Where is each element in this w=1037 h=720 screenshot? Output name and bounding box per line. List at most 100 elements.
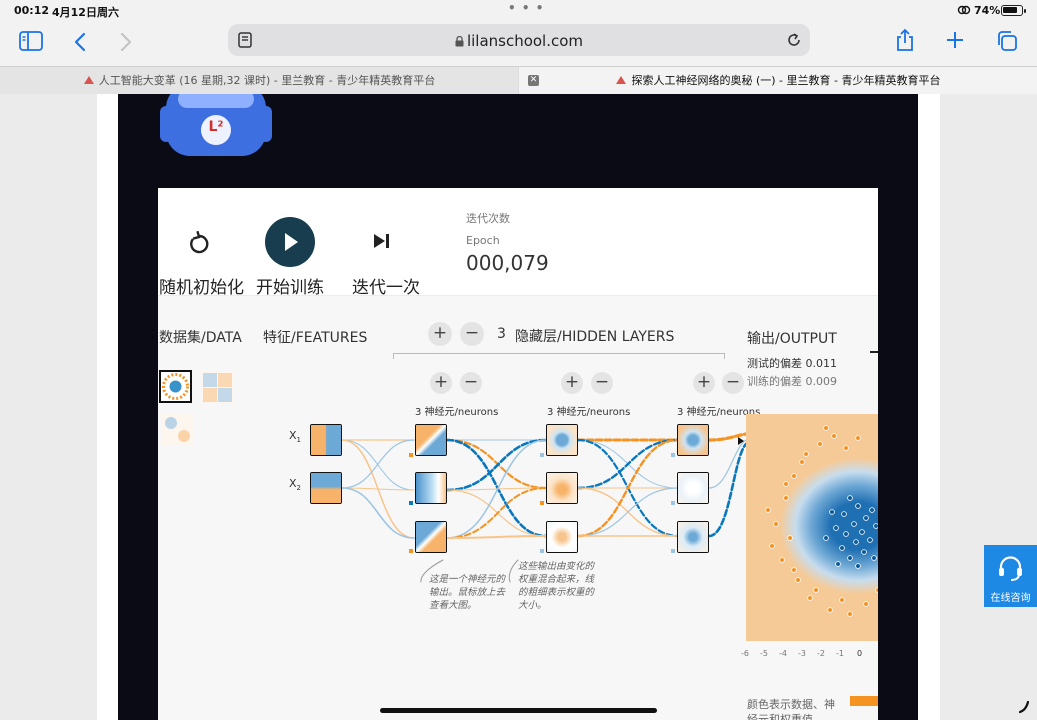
weight-line (341, 487, 415, 539)
reload-icon[interactable] (786, 32, 802, 48)
url-label: lilanschool.com (466, 32, 584, 50)
axis-tick: -5 (760, 649, 768, 658)
layer2-neurons-label: 3 神经元/neurons (547, 407, 631, 418)
weight-line (445, 438, 548, 492)
nn-playground: 随机初始化 开始训练 迭代一次 迭代次数 Epoch 000,079 数据集/D… (158, 188, 878, 720)
logo-text: L² (208, 119, 224, 135)
feature-node-x1[interactable] (310, 424, 342, 456)
output-arrow-icon (738, 437, 744, 445)
battery-percent: 74% (974, 4, 1001, 17)
browser-toolbar: lilanschool.com (0, 20, 1037, 66)
axis-tick: -2 (817, 649, 825, 658)
axis-tick: -3 (798, 649, 806, 658)
site-favicon-icon (83, 76, 94, 84)
annotation-line: 的粗细表示权重的 (518, 587, 595, 598)
legend-line1: 颜色表示数据、神 (747, 698, 835, 711)
share-icon[interactable] (895, 28, 915, 52)
weight-line (707, 442, 748, 538)
neuron-l2-3[interactable] (546, 521, 578, 553)
layer3-remove-neuron-button[interactable]: − (722, 372, 744, 394)
url-text: lilanschool.com (228, 32, 810, 50)
output-points (765, 425, 878, 617)
annotation-line: 这是一个神经元的 (429, 574, 506, 585)
annotation-line: 大小。 (518, 600, 547, 611)
new-tab-icon[interactable] (946, 31, 964, 49)
annotation-line: 权重混合起来，线 (518, 574, 595, 585)
bias-indicator (671, 453, 675, 457)
bias-indicator (540, 453, 544, 457)
weight-line (446, 487, 547, 539)
annotation-line: 输出。鼠标放上去 (429, 587, 506, 598)
annotation-line: 查看大图。 (429, 600, 477, 611)
layer1-add-neuron-button[interactable]: + (430, 372, 452, 394)
neuron-l1-3[interactable] (415, 521, 447, 553)
tab-neural-network[interactable]: 探索人工神经网络的奥秘 (一) - 里兰教育 - 青少年精英教育平台 (519, 67, 1037, 94)
bias-indicator (409, 549, 413, 553)
neuron-l1-1[interactable] (415, 424, 447, 456)
output-heatmap[interactable] (746, 414, 878, 641)
bias-indicator (671, 549, 675, 553)
status-time: 00:12 (14, 4, 50, 17)
online-consult-label[interactable]: 在线咨询 (984, 589, 1037, 604)
weight-line (576, 438, 680, 490)
layer1-neurons-label: 3 神经元/neurons (415, 407, 499, 418)
bias-indicator (671, 501, 675, 505)
axis-tick: -6 (741, 649, 749, 658)
weight-line (708, 439, 747, 489)
multitask-dots-icon[interactable]: • • • (508, 1, 544, 15)
feature-x1-label: X1 (289, 429, 301, 444)
playground-canvas: 随机初始化 开始训练 迭代一次 迭代次数 Epoch 000,079 数据集/D… (158, 188, 878, 720)
online-consult-widget[interactable]: 在线咨询 (984, 545, 1037, 607)
tab-bar: 人工智能大变革 (16 星期,32 课时) - 里兰教育 - 青少年精英教育平台… (0, 66, 1037, 94)
neuron-l3-1[interactable] (677, 424, 709, 456)
home-indicator[interactable] (380, 708, 657, 713)
battery-icon (1001, 5, 1026, 16)
weight-line (577, 487, 679, 537)
neuron-l3-3[interactable] (677, 521, 709, 553)
layer2-add-neuron-button[interactable]: + (561, 372, 583, 394)
neuron-l3-2[interactable] (677, 472, 709, 504)
neuron-l2-2[interactable] (546, 472, 578, 504)
bias-indicator (409, 453, 413, 457)
tab-ai-course[interactable]: 人工智能大变革 (16 星期,32 课时) - 里兰教育 - 青少年精英教育平台 (0, 67, 518, 94)
feature-x2-label: X2 (289, 477, 301, 492)
layer3-add-neuron-button[interactable]: + (693, 372, 715, 394)
annotation-weights: 这些输出由变化的 权重混合起来，线 的粗细表示权重的 大小。 (518, 560, 594, 612)
site-favicon-icon (616, 76, 627, 84)
status-bar: 00:12 4月12日周六 • • • 74% (0, 0, 1037, 20)
tab-title: 探索人工神经网络的奥秘 (一) - 里兰教育 - 青少年精英教育平台 (631, 74, 941, 87)
annotation-neuron: 这是一个神经元的 输出。鼠标放上去 查看大图。 (429, 573, 505, 612)
legend-line2: 经元和权重值 (747, 713, 813, 720)
back-icon[interactable] (73, 32, 87, 52)
weight-line (341, 439, 415, 489)
feature-x2-sub: 2 (296, 484, 302, 493)
weight-line (445, 438, 548, 490)
axis-tick: 0 (857, 649, 863, 658)
status-date: 4月12日周六 (52, 6, 119, 19)
layer1-remove-neuron-button[interactable]: − (460, 372, 482, 394)
axis-tick: -1 (836, 649, 844, 658)
address-bar[interactable]: lilanschool.com (228, 24, 810, 56)
neuron-l2-1[interactable] (546, 424, 578, 456)
neuron-l1-2[interactable] (415, 472, 447, 504)
weight-line (341, 439, 415, 491)
pencil-hint-icon (1018, 700, 1030, 714)
lock-icon (455, 35, 464, 47)
tabs-overview-icon[interactable] (996, 30, 1018, 52)
screen-mirroring-icon (957, 5, 971, 15)
feature-x1-sub: 1 (296, 436, 302, 445)
lesson-panel: L² 随机初始化 开始训练 迭代一次 迭代次数 Epoch 000,079 数据… (118, 94, 918, 720)
feature-x1-text: X (289, 429, 297, 442)
legend-color-bar (850, 696, 878, 706)
layer2-remove-neuron-button[interactable]: − (591, 372, 613, 394)
annotation-line: 这些输出由变化的 (518, 561, 595, 572)
bias-indicator (409, 501, 413, 505)
close-tab-icon[interactable]: ✕ (528, 75, 539, 86)
tab-title: 人工智能大变革 (16 星期,32 课时) - 里兰教育 - 青少年精英教育平台 (98, 74, 436, 87)
axis-tick: -4 (779, 649, 787, 658)
forward-icon[interactable] (119, 32, 133, 52)
feature-node-x2[interactable] (310, 472, 342, 504)
sidebar-icon[interactable] (19, 31, 43, 51)
headset-icon (999, 556, 1022, 581)
bias-indicator (540, 501, 544, 505)
